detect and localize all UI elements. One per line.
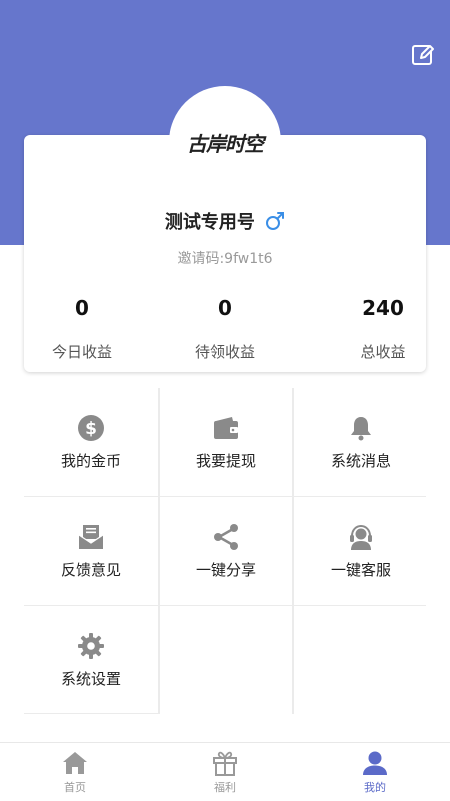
stat-total-earnings[interactable]: 240 总收益 <box>328 293 438 362</box>
nav-home[interactable]: 首页 <box>35 749 115 795</box>
nav-label: 福利 <box>214 781 236 794</box>
menu-label: 系统设置 <box>60 669 121 688</box>
dollar-coin-icon: $ <box>78 414 104 441</box>
avatar-logo: 古岸时空 <box>187 131 264 156</box>
mail-icon <box>78 524 104 549</box>
menu-customer-service[interactable]: 一键客服 <box>294 497 428 605</box>
user-icon <box>363 751 387 775</box>
stat-label: 待领收益 <box>194 343 255 361</box>
wallet-icon <box>214 416 238 439</box>
share-icon <box>214 523 238 550</box>
svg-text:$: $ <box>85 419 97 439</box>
menu-withdraw[interactable]: 我要提现 <box>159 388 293 496</box>
stat-label: 总收益 <box>360 343 406 361</box>
bottom-navigation: 首页 福利 我的 <box>0 742 450 801</box>
menu-label: 系统消息 <box>330 451 391 470</box>
headset-icon <box>350 524 372 550</box>
male-icon <box>265 211 285 236</box>
stat-value: 0 <box>218 296 232 320</box>
stat-value: 240 <box>362 296 404 320</box>
stat-value: 0 <box>75 296 89 320</box>
nav-label: 我的 <box>364 781 386 794</box>
invite-code[interactable]: 邀请码:9fw1t6 <box>24 248 426 268</box>
username-row: 测试专用号 <box>24 208 426 236</box>
menu-label: 一键客服 <box>330 560 391 579</box>
avatar[interactable]: 古岸时空 <box>169 86 281 198</box>
nav-welfare[interactable]: 福利 <box>185 749 265 795</box>
menu-label: 我要提现 <box>195 451 256 470</box>
menu-label: 一键分享 <box>195 560 256 579</box>
gear-icon <box>78 632 104 659</box>
menu-label: 我的金币 <box>60 451 121 470</box>
menu-grid: $ 我的金币 我要提现 系统消息 反馈意见 一键分享 一键客服 系统设置 <box>24 388 426 714</box>
menu-my-coins[interactable]: $ 我的金币 <box>24 388 158 496</box>
nav-mine[interactable]: 我的 <box>335 749 415 795</box>
menu-settings[interactable]: 系统设置 <box>24 606 158 714</box>
edit-profile-button[interactable] <box>411 43 435 67</box>
bell-icon <box>351 416 371 440</box>
home-icon <box>63 752 87 774</box>
nav-label: 首页 <box>64 781 86 794</box>
username: 测试专用号 <box>164 212 255 233</box>
gift-icon <box>213 751 237 776</box>
earnings-stats: 0 今日收益 0 待领收益 240 总收益 <box>24 293 426 363</box>
edit-icon <box>412 45 434 65</box>
stat-pending-earnings[interactable]: 0 待领收益 <box>170 293 280 362</box>
menu-label: 反馈意见 <box>60 560 121 579</box>
menu-share[interactable]: 一键分享 <box>159 497 293 605</box>
menu-system-messages[interactable]: 系统消息 <box>294 388 428 496</box>
menu-feedback[interactable]: 反馈意见 <box>24 497 158 605</box>
stat-label: 今日收益 <box>51 343 112 361</box>
stat-today-earnings[interactable]: 0 今日收益 <box>27 293 137 362</box>
